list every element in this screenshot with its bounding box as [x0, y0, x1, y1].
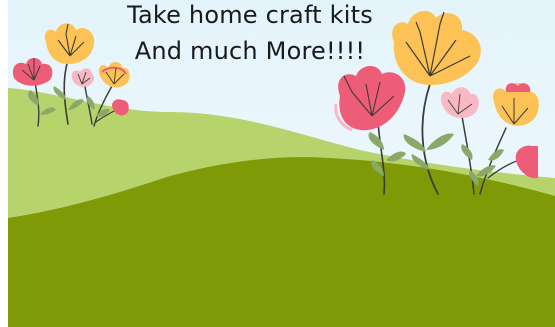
craft-kits-banner: Take home craft kits And much More!!!!: [0, 0, 555, 327]
headline-line-1: Take home craft kits: [127, 1, 373, 29]
left-margin: [0, 0, 8, 327]
headline-line-2: And much More!!!!: [134, 37, 366, 65]
